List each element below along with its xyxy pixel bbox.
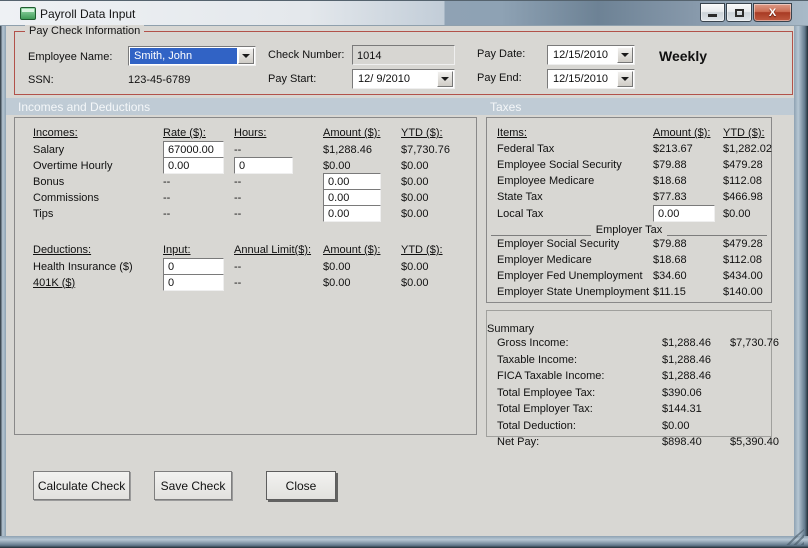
bonus-amount-input[interactable]	[323, 173, 381, 190]
check-number-label: Check Number:	[268, 49, 345, 61]
ssn-label: SSN:	[28, 74, 54, 86]
deduction-row-health-insurance: Health Insurance ($) -- $0.00 $0.00	[15, 258, 476, 275]
calculate-check-button[interactable]: Calculate Check	[33, 471, 130, 500]
paycheck-info-title: Pay Check Information	[25, 25, 145, 37]
taxes-panel: Items: Amount ($): YTD ($): Federal Tax $21…	[486, 117, 772, 303]
pay-end-dropdown-button[interactable]	[617, 71, 633, 87]
summary-title: Summary	[487, 323, 535, 335]
app-icon	[20, 7, 36, 20]
tax-row-employer-state-unemployment: Employer State Unemployment $11.15 $140.00	[497, 286, 763, 298]
window-title: Payroll Data Input	[40, 7, 136, 21]
window-frame-bottom	[0, 536, 808, 548]
summary-row-fica-taxable-income: FICA Taxable Income: $1,288.46	[497, 370, 711, 383]
tax-row-employee-medicare: Employee Medicare $18.68 $112.08	[497, 175, 762, 187]
pay-date-label: Pay Date:	[477, 48, 526, 60]
pay-start-dropdown-button[interactable]	[437, 71, 453, 87]
commissions-amount-input[interactable]	[323, 189, 381, 206]
deductions-header-row: Deductions: Input: Annual Limit($): Amount …	[33, 244, 443, 256]
summary-row-net-pay: Net Pay: $898.40 $5,390.40	[497, 436, 779, 449]
chevron-down-icon	[621, 77, 629, 81]
chevron-down-icon	[621, 53, 629, 57]
incomes-header-row: Incomes: Rate ($): Hours: Amount ($): YTD ($…	[33, 127, 443, 139]
chevron-down-icon	[242, 54, 250, 58]
summary-groupbox: Summary Gross Income: $1,288.46 $7,730.76 …	[486, 310, 779, 448]
pay-date-datepicker[interactable]: 12/15/2010	[547, 45, 635, 65]
minimize-icon	[708, 14, 717, 17]
maximize-button[interactable]	[726, 3, 752, 22]
overtime-hours-input[interactable]	[234, 157, 293, 174]
window-frame-right	[794, 26, 808, 536]
income-row-overtime: Overtime Hourly $0.00 $0.00	[15, 157, 476, 174]
tax-row-employer-social-security: Employer Social Security $79.88 $479.28	[497, 238, 763, 250]
chevron-down-icon	[441, 77, 449, 81]
employer-tax-subheader: Employer Tax	[491, 223, 767, 236]
tips-amount-input[interactable]	[323, 205, 381, 222]
health-insurance-input[interactable]	[163, 258, 224, 275]
summary-row-total-employer-tax: Total Employer Tax: $144.31	[497, 403, 702, 416]
pay-start-value: 12/ 9/2010	[358, 73, 410, 85]
incomes-deductions-panel: Incomes: Rate ($): Hours: Amount ($): YTD ($…	[14, 117, 477, 435]
tax-row-employer-fed-unemployment: Employer Fed Unemployment $34.60 $434.00	[497, 270, 763, 282]
summary-row-total-deduction: Total Deduction: $0.00	[497, 419, 690, 432]
employee-name-dropdown-button[interactable]	[238, 48, 254, 64]
pay-frequency-label: Weekly	[659, 48, 707, 64]
employee-name-combobox[interactable]: Smith, John	[128, 46, 256, 66]
tax-row-local: Local Tax $0.00	[487, 205, 771, 222]
tax-row-employee-social-security: Employee Social Security $79.88 $479.28	[497, 159, 763, 171]
close-icon: X	[768, 6, 777, 19]
close-button[interactable]: X	[753, 3, 792, 22]
summary-row-gross-income: Gross Income: $1,288.46 $7,730.76	[497, 337, 779, 350]
overtime-rate-input[interactable]	[163, 157, 224, 174]
ssn-value: 123-45-6789	[128, 74, 191, 86]
tax-row-employer-medicare: Employer Medicare $18.68 $112.08	[497, 254, 762, 266]
401k-link[interactable]: 401K ($)	[33, 277, 163, 289]
salary-rate-input[interactable]	[163, 141, 224, 158]
window-frame-left	[0, 26, 6, 536]
minimize-button[interactable]	[700, 3, 725, 22]
section-header-bar: Incomes and Deductions Taxes	[6, 98, 794, 115]
tax-row-federal: Federal Tax $213.67 $1,282.02	[497, 143, 772, 155]
save-check-button[interactable]: Save Check	[154, 471, 232, 500]
income-row-commissions: Commissions -- -- $0.00	[15, 189, 476, 206]
employee-name-label: Employee Name:	[28, 51, 113, 63]
incomes-deductions-section-title: Incomes and Deductions	[18, 100, 151, 114]
summary-row-total-employee-tax: Total Employee Tax: $390.06	[497, 386, 702, 399]
tax-row-state: State Tax $77.83 $466.98	[497, 191, 763, 203]
401k-input[interactable]	[163, 274, 224, 291]
taxes-section-title: Taxes	[490, 100, 522, 114]
income-row-salary: Salary -- $1,288.46 $7,730.76	[15, 141, 476, 158]
pay-end-label: Pay End:	[477, 72, 522, 84]
pay-end-value: 12/15/2010	[553, 73, 609, 85]
pay-date-dropdown-button[interactable]	[617, 47, 633, 63]
local-tax-input[interactable]	[653, 205, 715, 222]
deduction-row-401k: 401K ($) -- $0.00 $0.00	[15, 274, 476, 291]
maximize-icon	[734, 8, 744, 17]
employee-name-value: Smith, John	[130, 48, 237, 64]
taxes-header-row: Items: Amount ($): YTD ($):	[497, 127, 765, 139]
payroll-window: Payroll Data Input X Pay Check Informati…	[0, 0, 808, 548]
titlebar: Payroll Data Input X	[0, 0, 808, 26]
income-row-bonus: Bonus -- -- $0.00	[15, 173, 476, 190]
check-number-field[interactable]	[352, 45, 455, 65]
pay-end-datepicker[interactable]: 12/15/2010	[547, 69, 635, 89]
close-form-button[interactable]: Close	[266, 471, 336, 500]
pay-date-value: 12/15/2010	[553, 49, 609, 61]
summary-row-taxable-income: Taxable Income: $1,288.46	[497, 353, 711, 366]
income-row-tips: Tips -- -- $0.00	[15, 205, 476, 222]
pay-start-label: Pay Start:	[268, 73, 317, 85]
pay-start-datepicker[interactable]: 12/ 9/2010	[352, 69, 455, 89]
